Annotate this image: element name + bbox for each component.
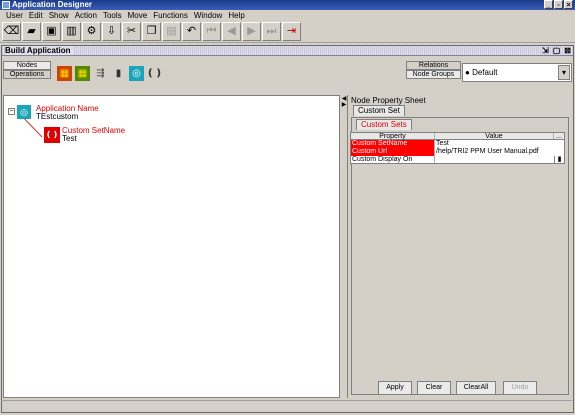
cut-icon[interactable]: ✂ bbox=[122, 22, 141, 41]
doc-close-icon[interactable]: ⊠ bbox=[564, 46, 571, 56]
import-icon[interactable]: ⇩ bbox=[102, 22, 121, 41]
next-icon[interactable]: ▶ bbox=[242, 22, 261, 41]
menu-help[interactable]: Help bbox=[225, 10, 247, 21]
doc-title: Build Application bbox=[5, 46, 74, 55]
table-row[interactable]: Custom Display On ▮ bbox=[350, 156, 565, 164]
menu-user[interactable]: User bbox=[3, 10, 26, 21]
open-folder-icon[interactable]: ▰ bbox=[22, 22, 41, 41]
col-property: Property bbox=[351, 133, 435, 140]
tab-custom-sets[interactable]: Custom Sets bbox=[356, 119, 412, 130]
property-sheet-title: Node Property Sheet bbox=[351, 96, 426, 105]
radio-dot-icon: ● bbox=[465, 68, 470, 77]
property-name: Custom Display On bbox=[351, 156, 435, 163]
menu-functions[interactable]: Functions bbox=[150, 10, 191, 21]
property-name: Custom SetName bbox=[351, 140, 435, 148]
doc-maximize-icon[interactable]: ▢ bbox=[553, 46, 561, 56]
minimize-button[interactable]: _ bbox=[544, 0, 553, 9]
custom-set-node-icon[interactable]: ❪❫ bbox=[44, 127, 60, 143]
doc-header: Build Application ⇲ ▢ ⊠ bbox=[2, 46, 573, 56]
tree-app-value[interactable]: TEstcustom bbox=[36, 112, 78, 121]
paste-icon[interactable]: ▤ bbox=[162, 22, 181, 41]
app-icon bbox=[2, 1, 10, 9]
default-select-value: Default bbox=[472, 68, 498, 77]
module-icon[interactable]: ▦ bbox=[57, 66, 72, 81]
menu-bar: User Edit Show Action Tools Move Functio… bbox=[0, 10, 575, 21]
menu-move[interactable]: Move bbox=[125, 10, 151, 21]
default-select[interactable]: ● Default ▾ bbox=[462, 63, 572, 82]
tree-set-value[interactable]: Test bbox=[62, 134, 77, 143]
undo-button[interactable]: Undo bbox=[503, 381, 537, 395]
bo-icon[interactable]: ▦ bbox=[75, 66, 90, 81]
save-icon[interactable]: ▣ bbox=[42, 22, 61, 41]
custom-set-icon[interactable]: ❪❫ bbox=[146, 66, 163, 81]
toolbar: ⌫ ▰ ▣ ▥ ⚙ ⇩ ✂ ❐ ▤ ↶ ⏮ ◀ ▶ ⏭ ⇥ bbox=[0, 21, 575, 43]
flow-icon[interactable]: ⇶ bbox=[93, 66, 108, 81]
clearall-button[interactable]: ClearAll bbox=[456, 381, 496, 395]
eraser-icon[interactable]: ⌫ bbox=[2, 22, 21, 41]
menu-action[interactable]: Action bbox=[72, 10, 100, 21]
status-bar bbox=[1, 400, 572, 412]
menu-tools[interactable]: Tools bbox=[100, 10, 125, 21]
apply-button[interactable]: Apply bbox=[378, 381, 412, 395]
application-icon[interactable]: ◎ bbox=[129, 66, 144, 81]
undo-icon[interactable]: ↶ bbox=[182, 22, 201, 41]
tab-relations[interactable]: Relations bbox=[406, 61, 461, 70]
tree-panel: − ◎ Application Name TEstcustom ❪❫ Custo… bbox=[3, 95, 340, 398]
table-row[interactable]: Custom Url /help/TRI2 PPM User Manual.pd… bbox=[350, 148, 565, 156]
tab-node-groups[interactable]: Node Groups bbox=[406, 70, 461, 79]
copy-icon[interactable]: ❐ bbox=[142, 22, 161, 41]
application-node-icon[interactable]: ◎ bbox=[17, 105, 31, 119]
tree-collapse-toggle[interactable]: − bbox=[8, 108, 15, 115]
menu-edit[interactable]: Edit bbox=[26, 10, 46, 21]
property-value[interactable]: /help/TRI2 PPM User Manual.pdf bbox=[435, 148, 564, 156]
table-row[interactable]: Custom SetName Test bbox=[350, 140, 565, 148]
property-table-header: Property Value ... bbox=[350, 132, 565, 140]
property-name: Custom Url bbox=[351, 148, 435, 156]
first-icon[interactable]: ⏮ bbox=[202, 22, 221, 41]
tab-nodes[interactable]: Nodes bbox=[3, 61, 51, 70]
col-ellipsis[interactable]: ... bbox=[554, 133, 564, 140]
build-application-frame: Build Application ⇲ ▢ ⊠ Nodes Operations… bbox=[1, 45, 574, 413]
prev-icon[interactable]: ◀ bbox=[222, 22, 241, 41]
exit-icon[interactable]: ⇥ bbox=[282, 22, 301, 41]
row-dropdown-icon[interactable]: ▮ bbox=[554, 156, 564, 163]
node-icons: ▦ ▦ ⇶ ▮ ◎ ❪❫ bbox=[57, 66, 163, 81]
wrench-icon[interactable]: ⚙ bbox=[82, 22, 101, 41]
tab-custom-set[interactable]: Custom Set bbox=[353, 105, 405, 116]
col-value: Value bbox=[435, 133, 554, 140]
property-value[interactable] bbox=[435, 156, 554, 163]
window-title-bar: Application Designer _ ▫ × bbox=[0, 0, 575, 10]
trash-icon[interactable]: ▥ bbox=[62, 22, 81, 41]
window-title: Application Designer bbox=[12, 0, 93, 9]
menu-show[interactable]: Show bbox=[46, 10, 72, 21]
nodes-operations-tabs: Nodes Operations bbox=[3, 61, 51, 87]
doc-restore-icon[interactable]: ⇲ bbox=[542, 46, 549, 56]
property-value[interactable]: Test bbox=[435, 140, 564, 148]
close-button[interactable]: × bbox=[564, 0, 573, 9]
maximize-button[interactable]: ▫ bbox=[554, 0, 563, 9]
chevron-down-icon[interactable]: ▾ bbox=[558, 65, 570, 80]
menu-window[interactable]: Window bbox=[191, 10, 225, 21]
relations-tabs: Relations Node Groups bbox=[406, 61, 461, 87]
form-icon[interactable]: ▮ bbox=[111, 66, 126, 81]
clear-button[interactable]: Clear bbox=[417, 381, 451, 395]
last-icon[interactable]: ⏭ bbox=[262, 22, 281, 41]
tab-operations[interactable]: Operations bbox=[3, 70, 51, 79]
